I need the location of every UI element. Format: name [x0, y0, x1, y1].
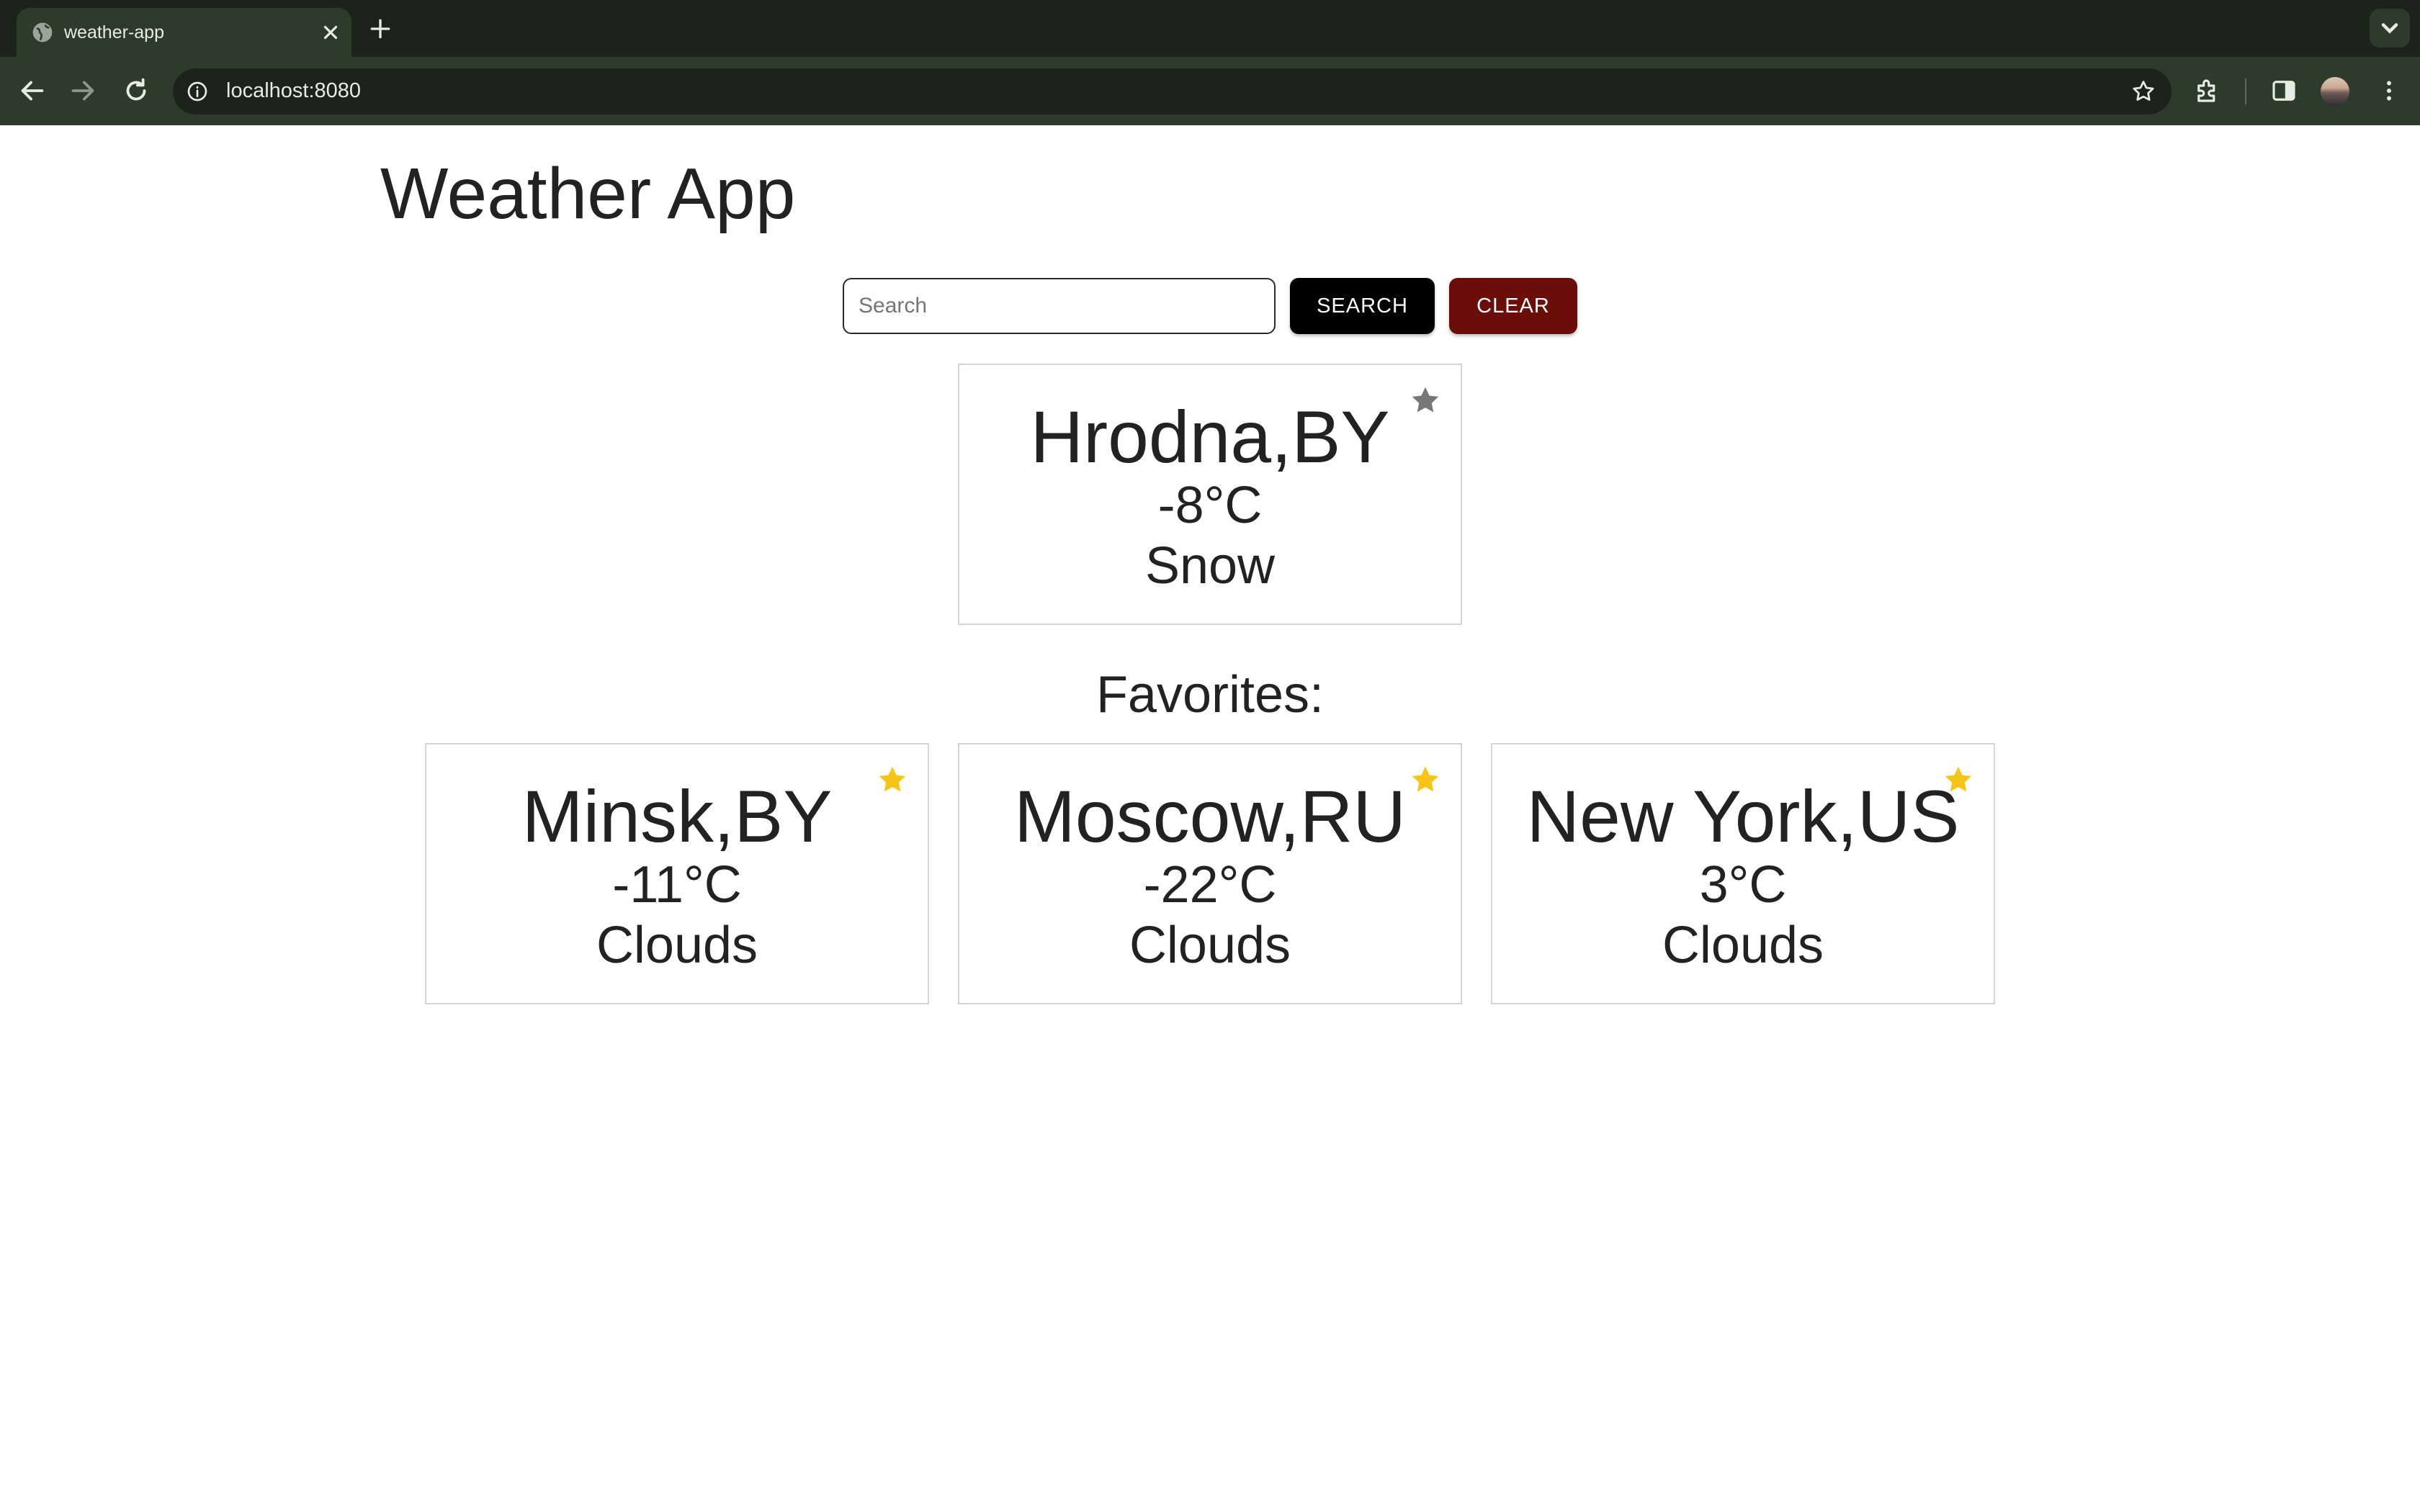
city-name: New York,US — [1526, 775, 1960, 858]
url-text: localhost:8080 — [226, 79, 362, 102]
weather-condition: Clouds — [596, 917, 758, 974]
weather-condition: Clouds — [1662, 917, 1824, 974]
browser-tab[interactable]: weather-app — [17, 8, 351, 57]
bookmark-star-icon[interactable] — [2130, 78, 2156, 104]
current-weather-card: Hrodna,BY -8°C Snow — [958, 364, 1462, 625]
toolbar-divider — [2245, 78, 2246, 104]
tab-title: weather-app — [64, 22, 164, 42]
star-icon[interactable] — [876, 763, 909, 796]
tab-search-button[interactable] — [2370, 9, 2410, 48]
globe-icon — [32, 22, 53, 42]
side-panel-icon[interactable] — [2269, 76, 2299, 106]
browser-toolbar: localhost:8080 — [0, 57, 2420, 125]
temperature: -11°C — [612, 856, 742, 914]
extensions-icon[interactable] — [2192, 76, 2223, 106]
search-input[interactable] — [843, 278, 1276, 334]
star-icon[interactable] — [1942, 763, 1975, 796]
reload-icon[interactable] — [120, 74, 153, 107]
clear-button[interactable]: CLEAR — [1449, 278, 1577, 334]
search-button[interactable]: SEARCH — [1290, 278, 1435, 334]
temperature: -8°C — [1157, 477, 1263, 534]
avatar[interactable] — [2321, 77, 2349, 106]
favorites-heading: Favorites: — [1095, 666, 1325, 724]
forward-icon[interactable] — [66, 74, 99, 107]
favorite-card: Minsk,BY -11°C Clouds — [425, 743, 929, 1004]
star-icon[interactable] — [1409, 384, 1442, 417]
favorite-card: New York,US 3°C Clouds — [1491, 743, 1995, 1004]
temperature: 3°C — [1699, 856, 1787, 914]
info-icon[interactable] — [186, 80, 209, 103]
city-name: Hrodna,BY — [1030, 396, 1390, 478]
menu-icon[interactable] — [2374, 76, 2404, 106]
weather-condition: Clouds — [1129, 917, 1291, 974]
city-name: Minsk,BY — [521, 775, 833, 858]
browser-tab-bar: weather-app — [0, 0, 2420, 57]
temperature: -22°C — [1143, 856, 1277, 914]
back-icon[interactable] — [16, 74, 49, 107]
page-title: Weather App — [380, 153, 796, 234]
star-icon[interactable] — [1409, 763, 1442, 796]
favorite-card: Moscow,RU -22°C Clouds — [958, 743, 1462, 1004]
weather-condition: Snow — [1144, 537, 1276, 595]
close-icon[interactable] — [318, 19, 344, 45]
chevron-down-icon — [2381, 23, 2398, 34]
address-bar[interactable]: localhost:8080 — [173, 68, 2172, 114]
city-name: Moscow,RU — [1013, 775, 1407, 858]
plus-icon[interactable] — [366, 14, 395, 43]
